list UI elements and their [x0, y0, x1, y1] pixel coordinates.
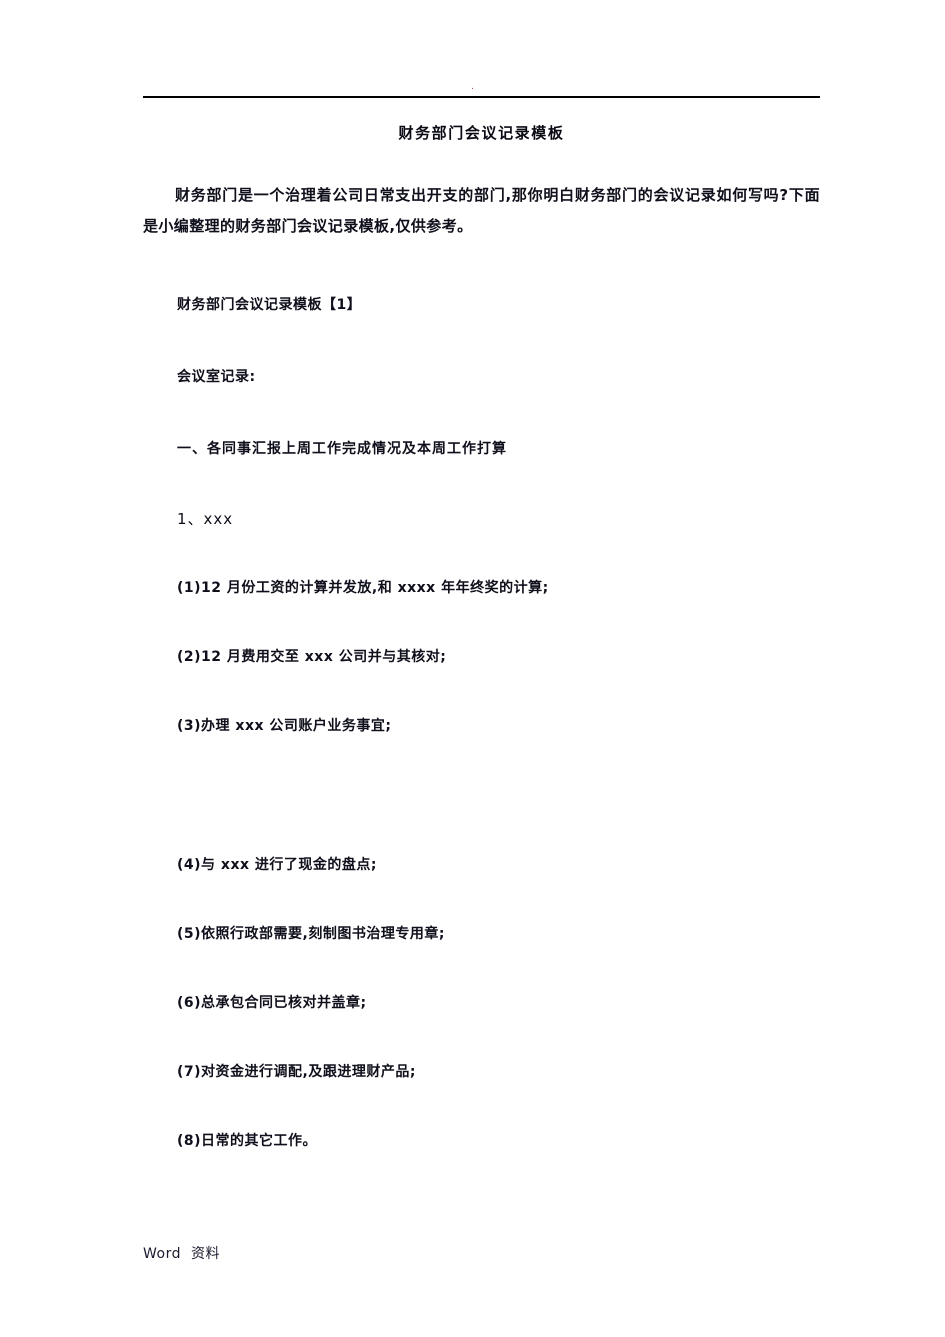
list-item: (8)日常的其它工作。 — [177, 1133, 318, 1149]
document-body: 财务部门会议记录模板 财务部门是一个治理着公司日常支出开支的部门,那你明白财务部… — [143, 96, 820, 1151]
list-item: (6)总承包合同已核对并盖章; — [177, 995, 367, 1011]
list-item: (1)12 月份工资的计算并发放,和 xxxx 年年终奖的计算; — [177, 580, 549, 596]
template-label: 财务部门会议记录模板【1】 — [177, 297, 362, 313]
document-page: . 财务部门会议记录模板 财务部门是一个治理着公司日常支出开支的部门,那你明白财… — [0, 0, 945, 1337]
list-item: (7)对资金进行调配,及跟进理财产品; — [177, 1064, 416, 1080]
section-heading: 一、各同事汇报上周工作完成情况及本周工作打算 — [177, 441, 507, 457]
page-title: 财务部门会议记录模板 — [398, 124, 565, 142]
list-item: (3)办理 xxx 公司账户业务事宜; — [177, 718, 392, 734]
header-mark: . — [471, 82, 474, 92]
list-item-1: 1、xxx — [177, 510, 234, 528]
list-item: (4)与 xxx 进行了现金的盘点; — [177, 857, 377, 873]
list-item: (5)依照行政部需要,刻制图书治理专用章; — [177, 926, 445, 942]
footer-material-label: 资料 — [190, 1246, 220, 1262]
page-header: . — [0, 0, 945, 98]
list-item: (2)12 月费用交至 xxx 公司并与其核对; — [177, 649, 447, 665]
footer-word-label: Word — [143, 1246, 181, 1262]
record-label: 会议室记录: — [177, 369, 256, 385]
page-footer: Word 资料 — [143, 1243, 820, 1263]
intro-paragraph: 财务部门是一个治理着公司日常支出开支的部门,那你明白财务部门的会议记录如何写吗?… — [143, 186, 820, 235]
